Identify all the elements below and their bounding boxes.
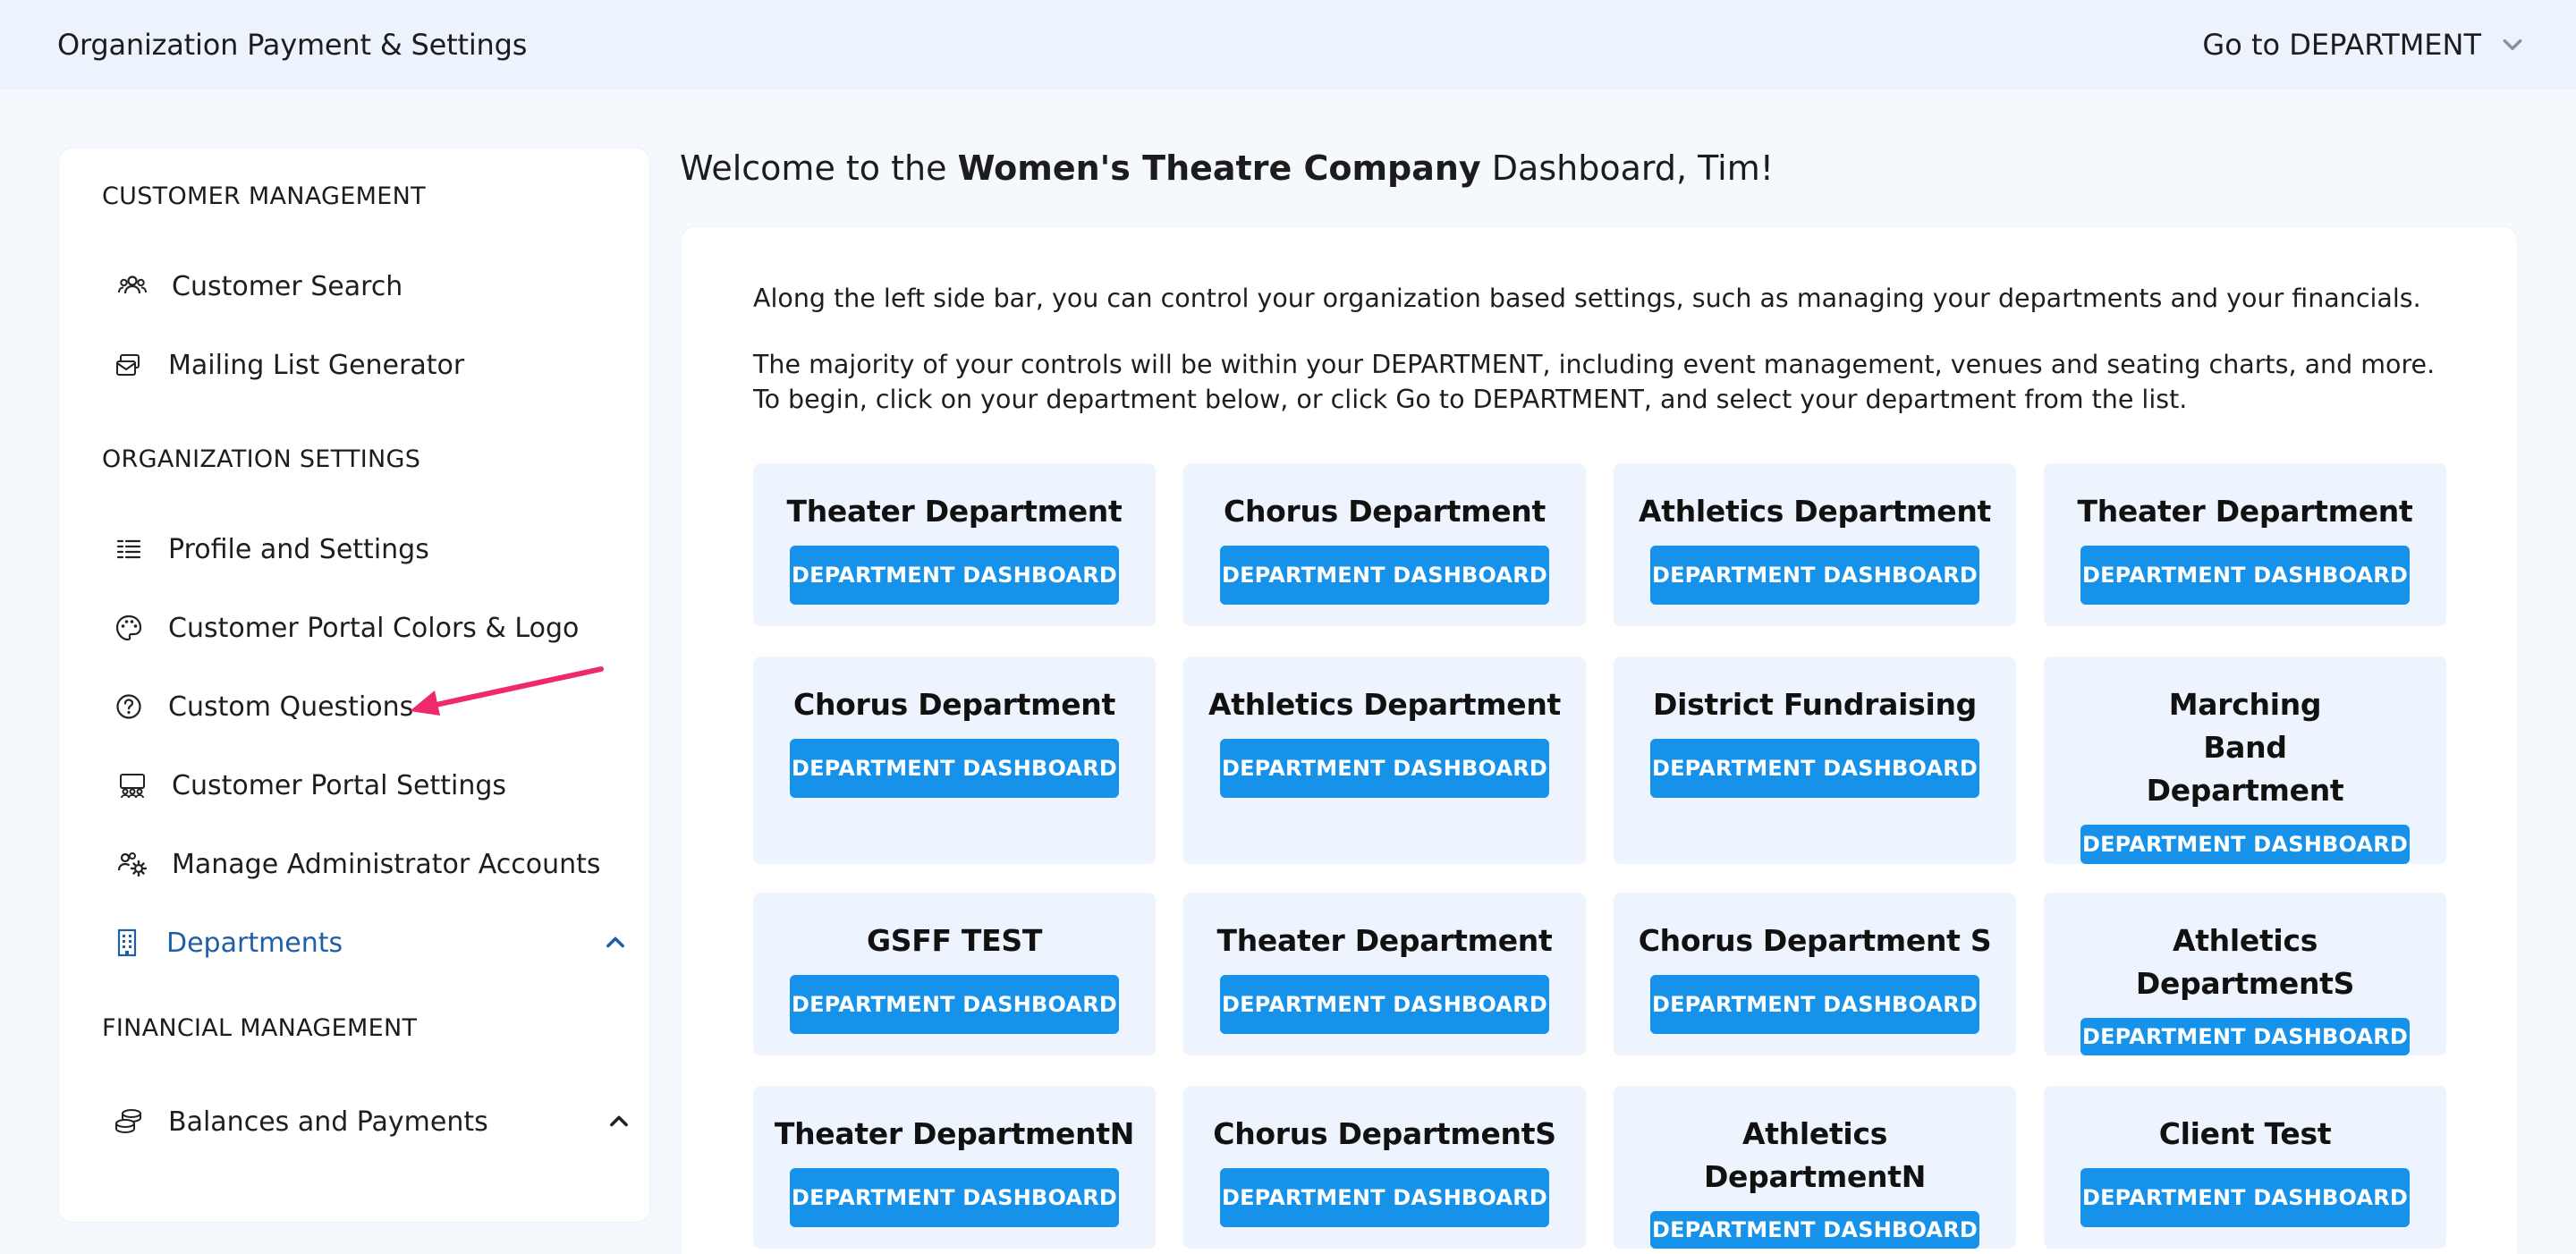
- department-name: Athletics DepartmentN: [1703, 1116, 1927, 1194]
- department-name: Theater Department: [786, 494, 1123, 529]
- department-tile[interactable]: Athletics Department DEPARTMENT DASHBOARD: [1614, 463, 2016, 626]
- sidebar-item-label: Custom Questions: [168, 691, 414, 723]
- portal-users-icon: [114, 767, 150, 803]
- chevron-down-icon: [2503, 38, 2522, 51]
- sidebar-item-label: Customer Portal Settings: [172, 769, 507, 801]
- sidebar-item-label: Customer Search: [172, 270, 403, 302]
- department-selector-label: Go to DEPARTMENT: [2202, 28, 2481, 62]
- department-tile[interactable]: Client Test DEPARTMENT DASHBOARD: [2044, 1086, 2446, 1249]
- department-dashboard-button[interactable]: DEPARTMENT DASHBOARD: [790, 546, 1119, 605]
- department-tile[interactable]: Theater Department DEPARTMENT DASHBOARD: [2044, 463, 2446, 626]
- department-tile[interactable]: Theater Department DEPARTMENT DASHBOARD: [753, 463, 1156, 626]
- top-bar: Organization Payment & Settings Go to DE…: [0, 0, 2576, 89]
- question-circle-icon: [111, 689, 147, 724]
- section-customer-management: CUSTOMER MANAGEMENT: [102, 182, 426, 210]
- sidebar-item-label: Profile and Settings: [168, 533, 429, 565]
- sidebar-item-balances-payments[interactable]: Balances and Payments: [111, 1097, 631, 1147]
- department-dashboard-button[interactable]: DEPARTMENT DASHBOARD: [2080, 546, 2410, 605]
- welcome-prefix: Welcome to the: [680, 148, 958, 188]
- welcome-heading: Welcome to the Women's Theatre Company D…: [680, 148, 1774, 188]
- department-dashboard-button[interactable]: DEPARTMENT DASHBOARD: [2080, 1168, 2410, 1227]
- department-dashboard-button[interactable]: DEPARTMENT DASHBOARD: [1220, 1168, 1549, 1227]
- department-tile[interactable]: Athletics DepartmentS DEPARTMENT DASHBOAR…: [2044, 893, 2446, 1055]
- department-name: Chorus Department S: [1638, 923, 1992, 958]
- department-dashboard-button[interactable]: DEPARTMENT DASHBOARD: [1650, 546, 1979, 605]
- sidebar-item-profile-settings[interactable]: Profile and Settings: [111, 524, 429, 574]
- department-tile[interactable]: Chorus DepartmentS DEPARTMENT DASHBOARD: [1183, 1086, 1586, 1249]
- users-gear-icon: [114, 846, 150, 882]
- department-name: Theater DepartmentN: [774, 1116, 1135, 1151]
- department-name: Client Test: [2158, 1116, 2332, 1151]
- department-tile[interactable]: Chorus Department DEPARTMENT DASHBOARD: [1183, 463, 1586, 626]
- sidebar-item-label: Customer Portal Colors & Logo: [168, 612, 580, 644]
- department-name: District Fundraising: [1653, 687, 1977, 722]
- organization-name: Women's Theatre Company: [957, 148, 1481, 188]
- sidebar-item-departments[interactable]: Departments: [109, 918, 628, 968]
- department-dashboard-button[interactable]: DEPARTMENT DASHBOARD: [2080, 825, 2410, 864]
- department-tile[interactable]: Athletics Department DEPARTMENT DASHBOARD: [1183, 657, 1586, 864]
- department-name: Theater Department: [1216, 923, 1553, 958]
- department-tile[interactable]: Chorus Department S DEPARTMENT DASHBOARD: [1614, 893, 2016, 1055]
- list-icon: [111, 531, 147, 567]
- sidebar-item-portal-colors[interactable]: Customer Portal Colors & Logo: [111, 603, 579, 653]
- department-dashboard-button[interactable]: DEPARTMENT DASHBOARD: [790, 975, 1119, 1034]
- department-name: Theater Department: [2077, 494, 2413, 529]
- department-dashboard-button[interactable]: DEPARTMENT DASHBOARD: [790, 1168, 1119, 1227]
- department-dashboard-button[interactable]: DEPARTMENT DASHBOARD: [1650, 739, 1979, 798]
- chevron-up-icon[interactable]: [603, 930, 628, 955]
- department-tile[interactable]: GSFF TEST DEPARTMENT DASHBOARD: [753, 893, 1156, 1055]
- chevron-up-icon[interactable]: [606, 1109, 631, 1134]
- sidebar-item-label: Manage Administrator Accounts: [172, 848, 601, 880]
- department-name: Marching Band Department: [2146, 687, 2344, 808]
- department-tile[interactable]: Athletics DepartmentN DEPARTMENT DASHBOAR…: [1614, 1086, 2016, 1249]
- department-dashboard-button[interactable]: DEPARTMENT DASHBOARD: [790, 739, 1119, 798]
- department-name: Chorus Department: [1224, 494, 1546, 529]
- intro-paragraph-1: Along the left side bar, you can control…: [753, 284, 2421, 313]
- department-name: Athletics Department: [1208, 687, 1562, 722]
- department-dashboard-button[interactable]: DEPARTMENT DASHBOARD: [1650, 1211, 1979, 1249]
- sidebar-item-label: Balances and Payments: [168, 1106, 488, 1138]
- section-organization-settings: ORGANIZATION SETTINGS: [102, 445, 421, 473]
- department-tile[interactable]: Chorus Department DEPARTMENT DASHBOARD: [753, 657, 1156, 864]
- department-name: GSFF TEST: [866, 923, 1043, 958]
- department-name: Chorus DepartmentS: [1213, 1116, 1556, 1151]
- sidebar-item-admin-accounts[interactable]: Manage Administrator Accounts: [114, 839, 601, 889]
- department-name: Athletics Department: [1638, 494, 1992, 529]
- department-name: Athletics DepartmentS: [2135, 923, 2355, 1001]
- welcome-suffix: Dashboard, Tim!: [1480, 148, 1774, 188]
- intro-paragraph-2: The majority of your controls will be wi…: [753, 350, 2436, 414]
- palette-icon: [111, 610, 147, 646]
- department-dashboard-button[interactable]: DEPARTMENT DASHBOARD: [1650, 975, 1979, 1034]
- section-financial-management: FINANCIAL MANAGEMENT: [102, 1014, 418, 1042]
- department-dashboard-button[interactable]: DEPARTMENT DASHBOARD: [1220, 975, 1549, 1034]
- sidebar-item-label: Departments: [166, 927, 343, 959]
- department-dashboard-button[interactable]: DEPARTMENT DASHBOARD: [2080, 1018, 2410, 1055]
- department-tile[interactable]: Theater Department DEPARTMENT DASHBOARD: [1183, 893, 1586, 1055]
- users-icon: [114, 268, 150, 304]
- sidebar-item-portal-settings[interactable]: Customer Portal Settings: [114, 760, 506, 810]
- mail-stack-icon: [111, 347, 147, 383]
- building-icon: [109, 925, 145, 961]
- department-tile[interactable]: Theater DepartmentN DEPARTMENT DASHBOARD: [753, 1086, 1156, 1249]
- sidebar-item-label: Mailing List Generator: [168, 349, 465, 381]
- annotation-arrow-icon: [410, 666, 604, 716]
- sidebar-item-mailing-list[interactable]: Mailing List Generator: [111, 340, 464, 390]
- department-selector[interactable]: Go to DEPARTMENT: [2202, 28, 2524, 62]
- department-name: Chorus Department: [793, 687, 1115, 722]
- department-dashboard-button[interactable]: DEPARTMENT DASHBOARD: [1220, 546, 1549, 605]
- coins-icon: [111, 1104, 147, 1140]
- dashboard-card: Along the left side bar, you can control…: [682, 227, 2517, 1254]
- page-title: Organization Payment & Settings: [57, 28, 528, 62]
- department-tile[interactable]: District Fundraising DEPARTMENT DASHBOARD: [1614, 657, 2016, 864]
- department-tile[interactable]: Marching Band Department DEPARTMENT DASHB…: [2044, 657, 2446, 864]
- department-dashboard-button[interactable]: DEPARTMENT DASHBOARD: [1220, 739, 1549, 798]
- sidebar-item-customer-search[interactable]: Customer Search: [114, 261, 402, 311]
- sidebar-item-custom-questions[interactable]: Custom Questions: [111, 682, 413, 732]
